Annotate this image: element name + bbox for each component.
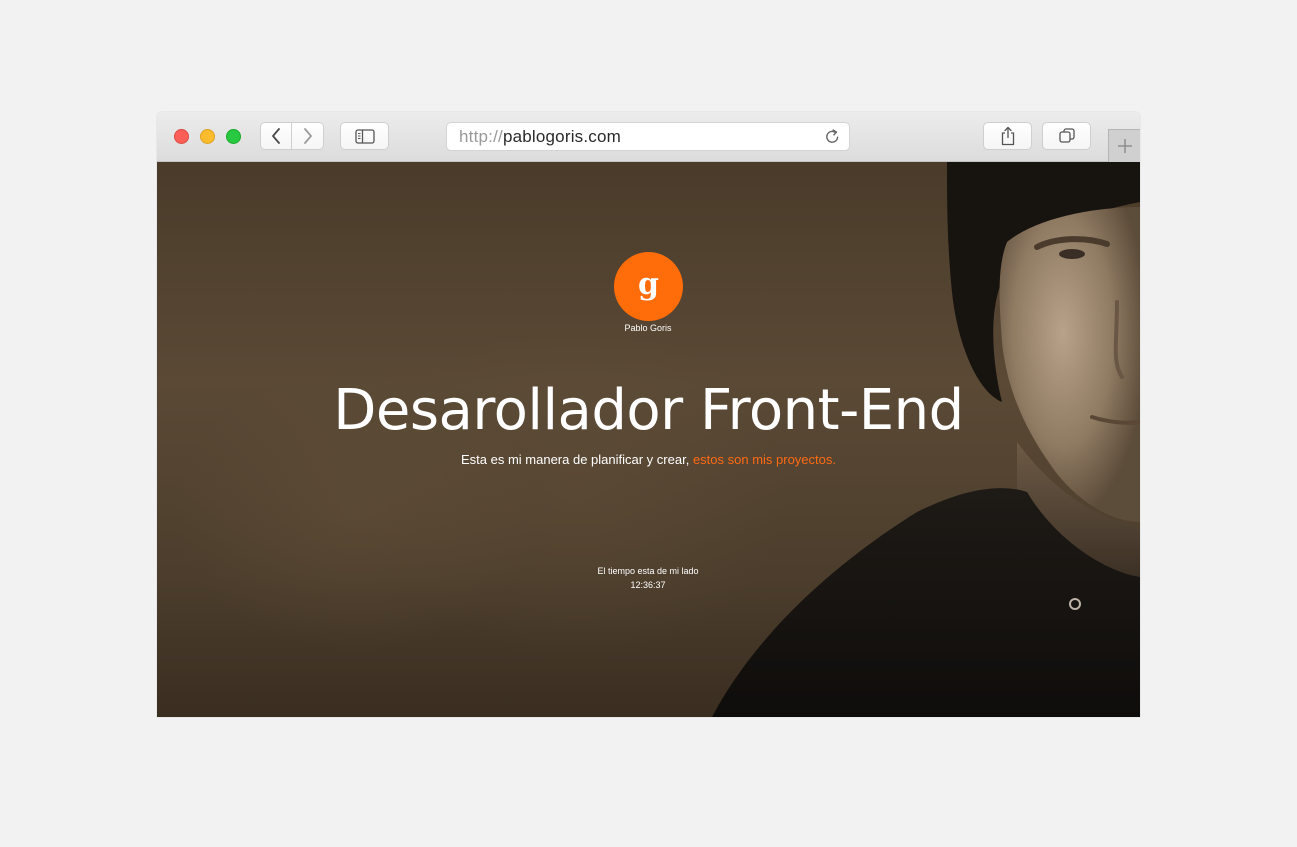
- close-window-button[interactable]: [174, 129, 189, 144]
- forward-button[interactable]: [292, 122, 324, 150]
- sidebar-icon: [354, 128, 375, 144]
- zoom-window-button[interactable]: [226, 129, 241, 144]
- browser-window: http://pablogoris.com g Pablo Goris Desa…: [157, 112, 1140, 717]
- browser-toolbar: http://pablogoris.com: [157, 112, 1140, 162]
- hero-tagline: Esta es mi manera de planificar y crear,…: [157, 452, 1140, 467]
- hero-headline: Desarollador Front-End: [333, 378, 964, 443]
- page-hero: g Pablo Goris Desarollador Front-End Est…: [157, 162, 1140, 717]
- chevron-left-icon: [272, 128, 280, 144]
- site-logo[interactable]: g: [614, 252, 683, 321]
- logo-name: Pablo Goris: [624, 323, 672, 333]
- clock-time: 12:36:37: [630, 580, 666, 590]
- tagline-text: Esta es mi manera de planificar y crear,: [460, 452, 690, 467]
- new-tab-button[interactable]: [1108, 129, 1140, 162]
- show-tabs-button[interactable]: [1042, 122, 1091, 150]
- tabs-icon: [1058, 128, 1075, 143]
- address-bar[interactable]: http://pablogoris.com: [446, 122, 850, 151]
- sidebar-toggle-button[interactable]: [340, 122, 389, 150]
- url-protocol: http://: [459, 126, 503, 146]
- time-label: El tiempo esta de mi lado: [597, 566, 699, 576]
- reload-icon[interactable]: [824, 128, 841, 145]
- back-button[interactable]: [260, 122, 292, 150]
- projects-link[interactable]: estos son mis proyectos.: [693, 452, 836, 467]
- plus-icon: [1117, 139, 1132, 153]
- share-icon: [1001, 126, 1014, 146]
- minimize-window-button[interactable]: [200, 129, 215, 144]
- url-host: pablogoris.com: [502, 126, 622, 146]
- logo-letter: g: [638, 266, 659, 302]
- chevron-right-icon: [303, 128, 312, 144]
- share-button[interactable]: [983, 122, 1032, 150]
